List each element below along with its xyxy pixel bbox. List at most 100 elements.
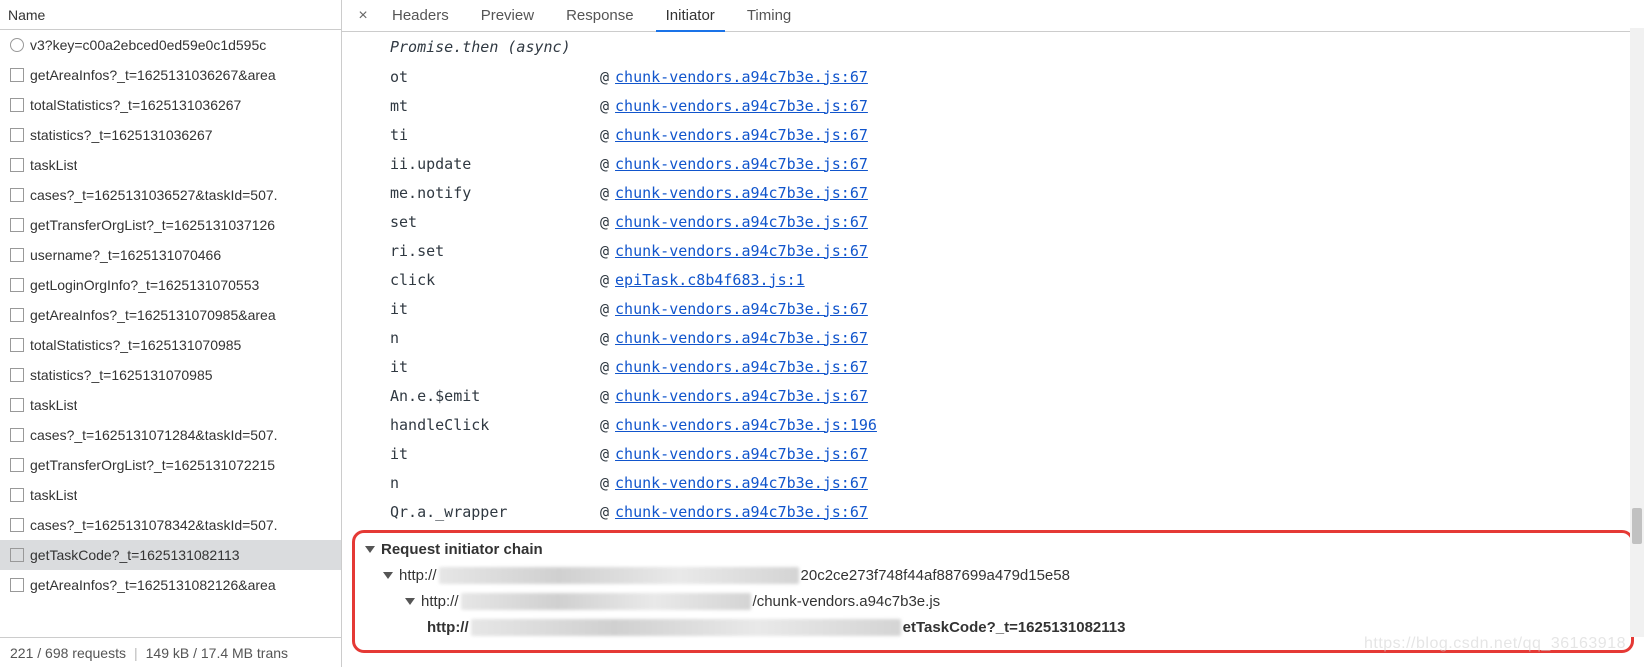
tab-timing[interactable]: Timing [731,0,807,31]
stack-source-link[interactable]: chunk-vendors.a94c7b3e.js:196 [615,416,877,434]
request-row[interactable]: statistics?_t=1625131036267 [0,120,341,150]
stack-source-link[interactable]: chunk-vendors.a94c7b3e.js:67 [615,97,868,115]
stack-function: it [390,445,600,463]
request-name: taskList [30,157,77,173]
watermark: https://blog.csdn.net/qq_36163918 [1364,635,1626,653]
chevron-down-icon [383,572,393,579]
stack-source-link[interactable]: chunk-vendors.a94c7b3e.js:67 [615,155,868,173]
file-icon [10,218,24,232]
file-icon [10,518,24,532]
stack-source-link[interactable]: chunk-vendors.a94c7b3e.js:67 [615,184,868,202]
stack-source-link[interactable]: chunk-vendors.a94c7b3e.js:67 [615,213,868,231]
file-icon [10,248,24,262]
stack-frame: handleClick@chunk-vendors.a94c7b3e.js:19… [342,410,1644,439]
stack-frame: ti@chunk-vendors.a94c7b3e.js:67 [342,120,1644,149]
request-name: getAreaInfos?_t=1625131036267&area [30,67,276,83]
stack-frame: ri.set@chunk-vendors.a94c7b3e.js:67 [342,236,1644,265]
request-name: cases?_t=1625131036527&taskId=507. [30,187,278,203]
stack-function: it [390,300,600,318]
request-name: getLoginOrgInfo?_t=1625131070553 [30,277,259,293]
request-row[interactable]: v3?key=c00a2ebced0ed59e0c1d595c [0,30,341,60]
chain-header[interactable]: Request initiator chain [365,541,1621,558]
file-icon [10,368,24,382]
request-name: getAreaInfos?_t=1625131082126&area [30,577,276,593]
stack-source-link[interactable]: chunk-vendors.a94c7b3e.js:67 [615,300,868,318]
stack-frame: An.e.$emit@chunk-vendors.a94c7b3e.js:67 [342,381,1644,410]
stack-frame: n@chunk-vendors.a94c7b3e.js:67 [342,468,1644,497]
stack-function: click [390,271,600,289]
request-row[interactable]: getAreaInfos?_t=1625131082126&area [0,570,341,600]
file-icon [10,188,24,202]
chain-row[interactable]: http:// /chunk-vendors.a94c7b3e.js [365,588,1621,614]
file-icon [10,338,24,352]
stack-frame: me.notify@chunk-vendors.a94c7b3e.js:67 [342,178,1644,207]
request-name: username?_t=1625131070466 [30,247,221,263]
stack-frame: click@epiTask.c8b4f683.js:1 [342,265,1644,294]
tab-initiator[interactable]: Initiator [650,0,731,31]
stack-frame: ii.update@chunk-vendors.a94c7b3e.js:67 [342,149,1644,178]
transfer-size: 149 kB / 17.4 MB trans [146,645,288,661]
request-name: taskList [30,487,77,503]
chevron-down-icon [405,598,415,605]
request-name: v3?key=c00a2ebced0ed59e0c1d595c [30,37,266,53]
stack-source-link[interactable]: chunk-vendors.a94c7b3e.js:67 [615,126,868,144]
stack-source-link[interactable]: chunk-vendors.a94c7b3e.js:67 [615,68,868,86]
stack-function: n [390,474,600,492]
tab-response[interactable]: Response [550,0,650,31]
request-name: statistics?_t=1625131036267 [30,127,213,143]
chain-row[interactable]: http:// 20c2ce273f748f44af887699a479d15e… [365,562,1621,588]
stack-function: An.e.$emit [390,387,600,405]
file-icon [10,128,24,142]
stack-source-link[interactable]: chunk-vendors.a94c7b3e.js:67 [615,242,868,260]
stack-frame: n@chunk-vendors.a94c7b3e.js:67 [342,323,1644,352]
stack-source-link[interactable]: chunk-vendors.a94c7b3e.js:67 [615,329,868,347]
stack-frame: mt@chunk-vendors.a94c7b3e.js:67 [342,91,1644,120]
file-icon [10,278,24,292]
stack-source-link[interactable]: chunk-vendors.a94c7b3e.js:67 [615,358,868,376]
request-name: statistics?_t=1625131070985 [30,367,213,383]
scrollbar[interactable] [1630,28,1644,637]
request-row[interactable]: cases?_t=1625131036527&taskId=507. [0,180,341,210]
tabs: × HeadersPreviewResponseInitiatorTiming [342,0,1644,32]
file-icon [10,158,24,172]
stack-function: Qr.a._wrapper [390,503,600,521]
request-row[interactable]: cases?_t=1625131078342&taskId=507. [0,510,341,540]
request-name: cases?_t=1625131078342&taskId=507. [30,517,278,533]
request-row[interactable]: getLoginOrgInfo?_t=1625131070553 [0,270,341,300]
stack-function: it [390,358,600,376]
clock-icon [10,38,24,52]
column-header-name[interactable]: Name [0,0,341,30]
stack-function: set [390,213,600,231]
request-row[interactable]: getTransferOrgList?_t=1625131072215 [0,450,341,480]
request-name: getTransferOrgList?_t=1625131072215 [30,457,275,473]
stack-source-link[interactable]: chunk-vendors.a94c7b3e.js:67 [615,474,868,492]
stack-function: handleClick [390,416,600,434]
file-icon [10,308,24,322]
request-row[interactable]: getTransferOrgList?_t=1625131037126 [0,210,341,240]
tab-preview[interactable]: Preview [465,0,550,31]
request-row[interactable]: cases?_t=1625131071284&taskId=507. [0,420,341,450]
request-row[interactable]: taskList [0,150,341,180]
request-row[interactable]: getAreaInfos?_t=1625131070985&area [0,300,341,330]
request-row[interactable]: totalStatistics?_t=1625131070985 [0,330,341,360]
stack-source-link[interactable]: chunk-vendors.a94c7b3e.js:67 [615,503,868,521]
request-row[interactable]: taskList [0,390,341,420]
request-row[interactable]: taskList [0,480,341,510]
close-icon[interactable]: × [350,0,376,31]
request-name: totalStatistics?_t=1625131070985 [30,337,241,353]
request-row[interactable]: username?_t=1625131070466 [0,240,341,270]
file-icon [10,488,24,502]
request-row[interactable]: getAreaInfos?_t=1625131036267&area [0,60,341,90]
chevron-down-icon [365,546,375,553]
stack-source-link[interactable]: chunk-vendors.a94c7b3e.js:67 [615,445,868,463]
request-row[interactable]: statistics?_t=1625131070985 [0,360,341,390]
request-name: getAreaInfos?_t=1625131070985&area [30,307,276,323]
scrollbar-thumb[interactable] [1632,508,1642,544]
stack-frame: set@chunk-vendors.a94c7b3e.js:67 [342,207,1644,236]
request-row[interactable]: getTaskCode?_t=1625131082113 [0,540,341,570]
stack-source-link[interactable]: epiTask.c8b4f683.js:1 [615,271,805,289]
stack-source-link[interactable]: chunk-vendors.a94c7b3e.js:67 [615,387,868,405]
file-icon [10,428,24,442]
tab-headers[interactable]: Headers [376,0,465,31]
request-row[interactable]: totalStatistics?_t=1625131036267 [0,90,341,120]
